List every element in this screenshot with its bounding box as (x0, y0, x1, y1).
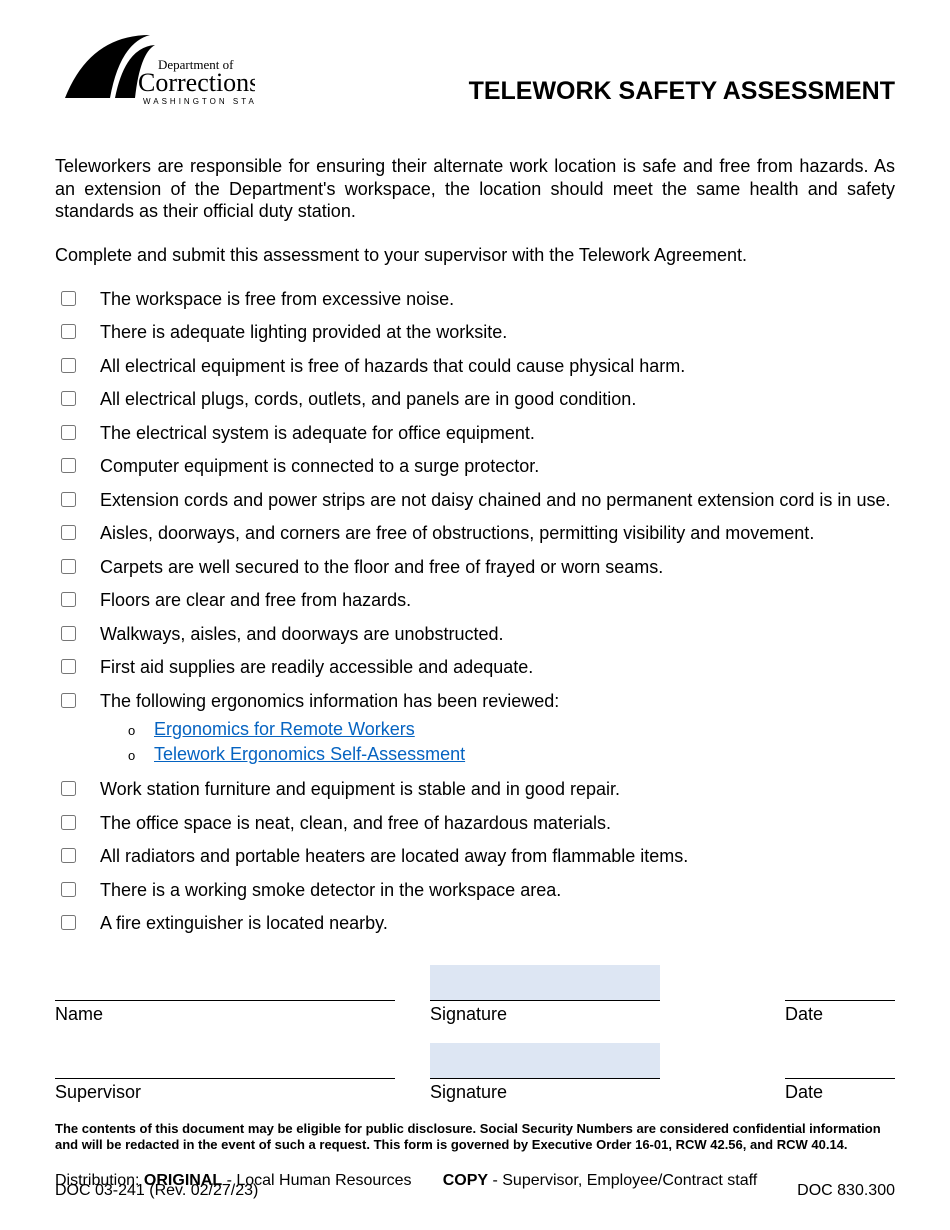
check-item: Carpets are well secured to the floor an… (61, 556, 895, 579)
checkbox[interactable] (61, 592, 76, 607)
check-text: All electrical equipment is free of haza… (100, 355, 895, 378)
link-ergonomics-remote[interactable]: Ergonomics for Remote Workers (154, 719, 415, 739)
check-item: The electrical system is adequate for of… (61, 422, 895, 445)
check-item: There is adequate lighting provided at t… (61, 321, 895, 344)
check-text: Extension cords and power strips are not… (100, 489, 895, 512)
checkbox[interactable] (61, 559, 76, 574)
signature-label: Signature (430, 1082, 750, 1103)
date-label: Date (785, 1004, 895, 1025)
check-item: The office space is neat, clean, and fre… (61, 812, 895, 835)
checkbox[interactable] (61, 815, 76, 830)
header: Department of Corrections WASHINGTON STA… (55, 35, 895, 120)
checkbox[interactable] (61, 291, 76, 306)
signature-field[interactable] (430, 1043, 660, 1079)
checkbox[interactable] (61, 915, 76, 930)
page-title: TELEWORK SAFETY ASSESSMENT (255, 35, 895, 106)
checkbox[interactable] (61, 324, 76, 339)
name-label: Name (55, 1004, 395, 1025)
check-text: First aid supplies are readily accessibl… (100, 656, 895, 679)
date-block: Date (785, 1043, 895, 1103)
checklist: The workspace is free from excessive noi… (61, 288, 895, 935)
supervisor-label: Supervisor (55, 1082, 395, 1103)
date-block: Date (785, 965, 895, 1025)
check-text: A fire extinguisher is located nearby. (100, 912, 895, 935)
check-text: There is adequate lighting provided at t… (100, 321, 895, 344)
signature-row-employee: Name Signature Date (55, 965, 895, 1025)
check-item: There is a working smoke detector in the… (61, 879, 895, 902)
checkbox[interactable] (61, 492, 76, 507)
check-text: The following ergonomics information has… (100, 691, 559, 711)
footer-left: DOC 03-241 (Rev. 02/27/23) (55, 1182, 258, 1200)
date-field[interactable] (785, 1043, 895, 1079)
signature-row-supervisor: Supervisor Signature Date (55, 1043, 895, 1103)
signature-block: Signature (430, 965, 750, 1025)
check-item: All electrical equipment is free of haza… (61, 355, 895, 378)
supervisor-block: Supervisor (55, 1043, 395, 1103)
name-field[interactable] (55, 965, 395, 1001)
checkbox[interactable] (61, 848, 76, 863)
check-text: The office space is neat, clean, and fre… (100, 812, 895, 835)
date-label: Date (785, 1082, 895, 1103)
footer-right: DOC 830.300 (797, 1182, 895, 1200)
disclosure-text: The contents of this document may be eli… (55, 1121, 895, 1155)
check-text-wrapper: The following ergonomics information has… (100, 690, 895, 768)
date-field[interactable] (785, 965, 895, 1001)
checkbox[interactable] (61, 626, 76, 641)
list-item: Ergonomics for Remote Workers (128, 718, 895, 741)
check-item: All electrical plugs, cords, outlets, an… (61, 388, 895, 411)
check-text: Computer equipment is connected to a sur… (100, 455, 895, 478)
instruction-text: Complete and submit this assessment to y… (55, 245, 895, 266)
footer: DOC 03-241 (Rev. 02/27/23) DOC 830.300 (55, 1182, 895, 1200)
check-text: The workspace is free from excessive noi… (100, 288, 895, 311)
check-text: All radiators and portable heaters are l… (100, 845, 895, 868)
check-item: A fire extinguisher is located nearby. (61, 912, 895, 935)
ergonomics-links: Ergonomics for Remote Workers Telework E… (128, 718, 895, 765)
list-item: Telework Ergonomics Self-Assessment (128, 743, 895, 766)
check-text: Walkways, aisles, and doorways are unobs… (100, 623, 895, 646)
check-text: Aisles, doorways, and corners are free o… (100, 522, 895, 545)
check-item: Walkways, aisles, and doorways are unobs… (61, 623, 895, 646)
checkbox[interactable] (61, 781, 76, 796)
doc-logo: Department of Corrections WASHINGTON STA… (55, 35, 255, 120)
check-item: All radiators and portable heaters are l… (61, 845, 895, 868)
supervisor-field[interactable] (55, 1043, 395, 1079)
check-item: Floors are clear and free from hazards. (61, 589, 895, 612)
signature-block: Signature (430, 1043, 750, 1103)
check-item-ergonomics: The following ergonomics information has… (61, 690, 895, 768)
checkbox[interactable] (61, 458, 76, 473)
check-item: Work station furniture and equipment is … (61, 778, 895, 801)
check-item: The workspace is free from excessive noi… (61, 288, 895, 311)
checkbox[interactable] (61, 659, 76, 674)
page: Department of Corrections WASHINGTON STA… (0, 0, 950, 1230)
check-text: Carpets are well secured to the floor an… (100, 556, 895, 579)
check-text: The electrical system is adequate for of… (100, 422, 895, 445)
signature-label: Signature (430, 1004, 750, 1025)
link-ergonomics-self[interactable]: Telework Ergonomics Self-Assessment (154, 744, 465, 764)
checkbox[interactable] (61, 693, 76, 708)
svg-text:Corrections: Corrections (138, 68, 255, 97)
name-block: Name (55, 965, 395, 1025)
check-item: First aid supplies are readily accessibl… (61, 656, 895, 679)
check-item: Aisles, doorways, and corners are free o… (61, 522, 895, 545)
check-text: There is a working smoke detector in the… (100, 879, 895, 902)
check-text: All electrical plugs, cords, outlets, an… (100, 388, 895, 411)
checkbox[interactable] (61, 358, 76, 373)
check-text: Work station furniture and equipment is … (100, 778, 895, 801)
signature-field[interactable] (430, 965, 660, 1001)
intro-text: Teleworkers are responsible for ensuring… (55, 155, 895, 223)
checkbox[interactable] (61, 425, 76, 440)
svg-text:WASHINGTON STATE: WASHINGTON STATE (143, 97, 255, 106)
check-item: Extension cords and power strips are not… (61, 489, 895, 512)
checkbox[interactable] (61, 882, 76, 897)
checkbox[interactable] (61, 391, 76, 406)
checkbox[interactable] (61, 525, 76, 540)
check-item: Computer equipment is connected to a sur… (61, 455, 895, 478)
check-text: Floors are clear and free from hazards. (100, 589, 895, 612)
